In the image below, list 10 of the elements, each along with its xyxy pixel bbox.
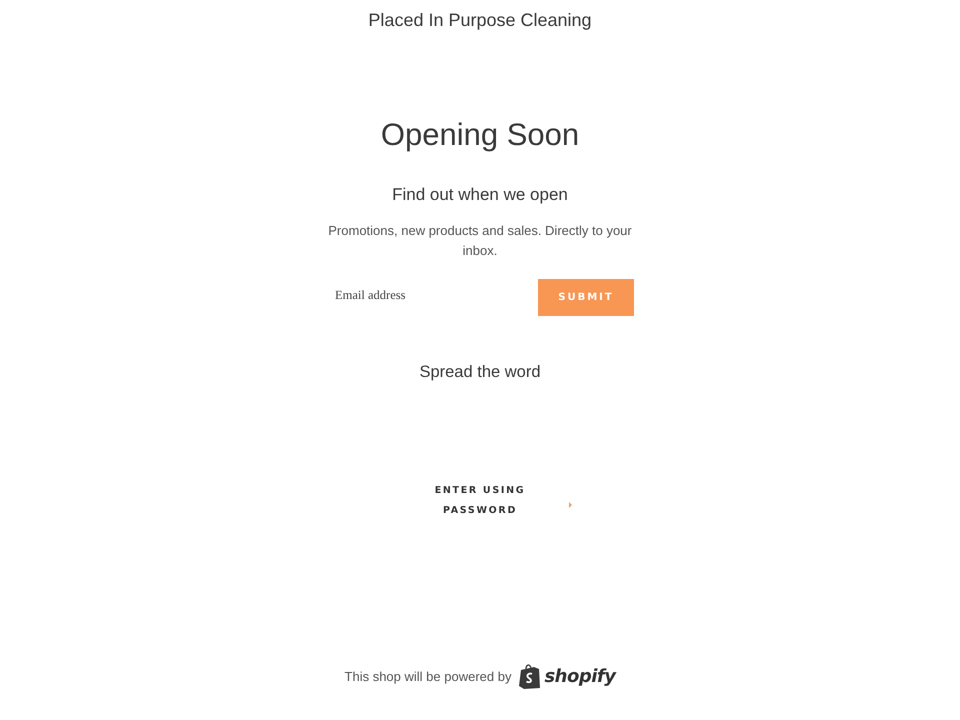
powered-by-text: This shop will be powered by <box>344 669 512 684</box>
share-heading: Spread the word <box>419 362 541 383</box>
password-link[interactable]: ENTER USING PASSWORD <box>424 481 536 521</box>
page-heading: Opening Soon <box>380 116 580 154</box>
signup-description: Promotions, new products and sales. Directly to your inbox. <box>327 222 633 260</box>
shop-name: Placed In Purpose Cleaning <box>368 9 592 31</box>
logo-wordmark[interactable]: shopify <box>544 664 616 688</box>
shopping-bag-icon <box>519 664 542 689</box>
signup-heading: Find out when we open <box>392 184 568 206</box>
arrow-icon <box>569 502 572 508</box>
